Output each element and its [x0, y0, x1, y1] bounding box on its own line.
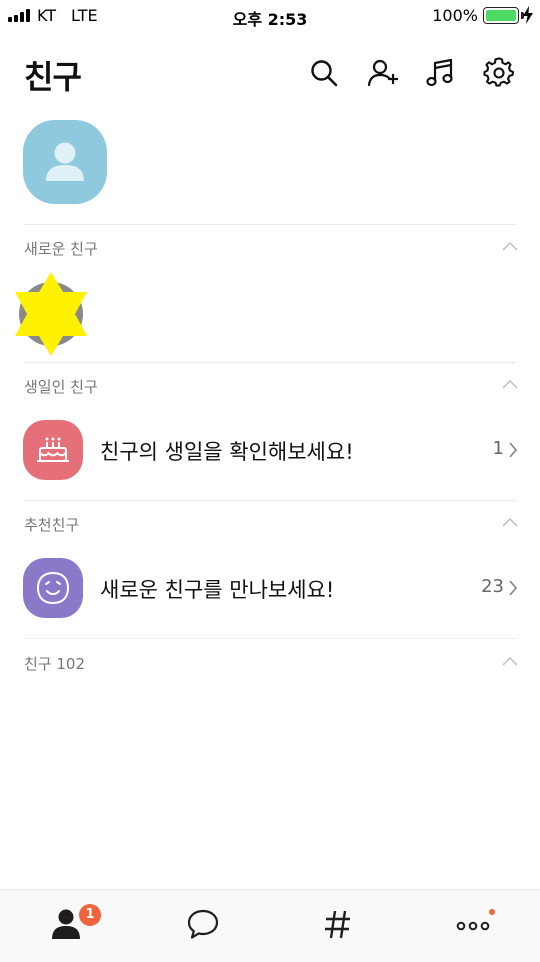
music-icon[interactable]: [424, 57, 456, 89]
birthday-cake-icon: [23, 420, 83, 480]
recommended-friends-row[interactable]: 새로운 친구를 만나보세요! 23: [0, 558, 540, 622]
recommended-row-label: 새로운 친구를 만나보세요!: [100, 578, 335, 602]
charging-bolt-icon: [523, 6, 533, 24]
add-friend-icon[interactable]: [367, 57, 399, 89]
chat-tab-icon: [187, 909, 218, 939]
status-bar: KT LTE 오후 2:53 100%: [0, 0, 540, 32]
tab-hashtag[interactable]: [270, 890, 405, 962]
default-profile-icon: [46, 142, 84, 181]
my-profile-avatar[interactable]: [23, 120, 107, 204]
section-header-new-friends[interactable]: 새로운 친구: [24, 235, 518, 259]
more-tab-icon: [456, 921, 489, 931]
divider: [24, 500, 516, 501]
birthday-row-label: 친구의 생일을 확인해보세요!: [100, 440, 354, 464]
settings-icon[interactable]: [483, 57, 515, 89]
new-friend-avatar[interactable]: [7, 270, 95, 358]
battery-percent: 100%: [432, 6, 478, 25]
tab-more[interactable]: [405, 890, 540, 962]
battery-fill: [486, 10, 516, 21]
tab-bar: 1: [0, 889, 540, 961]
section-title: 추천친구: [24, 516, 80, 534]
section-header-birthday[interactable]: 생일인 친구: [24, 373, 518, 397]
section-title: 친구 102: [24, 655, 85, 673]
divider: [24, 362, 516, 363]
chevron-right-icon: [508, 580, 518, 596]
more-notification-dot: [489, 909, 495, 915]
divider: [24, 224, 516, 225]
search-icon[interactable]: [308, 57, 340, 89]
chevron-right-icon: [508, 442, 518, 458]
section-header-recommended[interactable]: 추천친구: [24, 511, 518, 535]
page-title: 친구: [24, 58, 82, 96]
divider: [24, 638, 516, 639]
section-title: 새로운 친구: [24, 240, 98, 258]
friends-badge: 1: [79, 904, 101, 926]
section-title: 생일인 친구: [24, 378, 98, 396]
chevron-up-icon[interactable]: [502, 517, 518, 527]
section-header-friends[interactable]: 친구 102: [24, 650, 518, 674]
tab-friends[interactable]: 1: [0, 890, 135, 962]
smiley-icon: [23, 558, 83, 618]
chevron-up-icon[interactable]: [502, 379, 518, 389]
hashtag-tab-icon: [324, 910, 350, 939]
recommended-count: 23: [481, 576, 504, 597]
birthday-count: 1: [492, 438, 504, 459]
chevron-up-icon[interactable]: [502, 241, 518, 251]
battery-icon: [483, 7, 519, 24]
chevron-up-icon[interactable]: [502, 656, 518, 666]
tab-chats[interactable]: [135, 890, 270, 962]
birthday-friends-row[interactable]: 친구의 생일을 확인해보세요! 1: [0, 420, 540, 484]
